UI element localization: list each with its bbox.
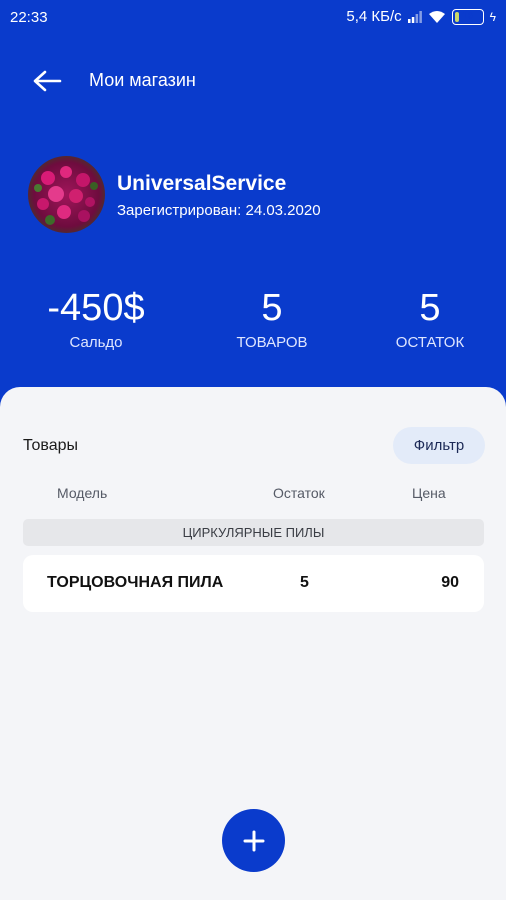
network-speed: 5,4 КБ/с <box>346 8 402 25</box>
product-price: 90 <box>441 574 459 591</box>
product-model: ТОРЦОВОЧНАЯ ПИЛА <box>47 574 224 591</box>
shop-avatar <box>28 156 105 233</box>
signal-icon <box>407 10 422 23</box>
page-title: Мои магазин <box>89 70 196 90</box>
stat-goods-label: ТОВАРОВ <box>236 334 308 351</box>
header: 22:33 5,4 КБ/с 16 ϟ Мои магазин Universa… <box>0 0 506 420</box>
battery-level: 16 <box>462 11 474 22</box>
back-arrow-icon[interactable] <box>30 64 64 98</box>
stat-balance: -450$ Сальдо <box>11 286 181 351</box>
stat-goods: 5 ТОВАРОВ <box>187 286 357 351</box>
wifi-icon <box>428 10 446 24</box>
product-stock: 5 <box>300 574 309 591</box>
stat-stock-value: 5 <box>419 287 441 329</box>
stat-balance-value: -450$ <box>47 287 145 329</box>
add-button[interactable] <box>222 809 285 872</box>
product-row[interactable]: ТОРЦОВОЧНАЯ ПИЛА 5 90 <box>23 555 484 612</box>
category-header: ЦИРКУЛЯРНЫЕ ПИЛЫ <box>23 519 484 546</box>
column-header-model: Модель <box>57 485 108 501</box>
status-time: 22:33 <box>10 9 48 26</box>
battery-icon: 16 <box>451 8 484 25</box>
filter-button[interactable]: Фильтр <box>393 427 485 464</box>
products-section-title: Товары <box>23 437 79 454</box>
top-bar: Мои магазин <box>0 58 506 102</box>
shop-name: UniversalService <box>117 172 287 195</box>
status-bar: 22:33 5,4 КБ/с 16 ϟ <box>0 0 506 36</box>
stat-goods-value: 5 <box>261 287 283 329</box>
plus-icon <box>243 830 264 851</box>
shop-registered-date: Зарегистрирован: 24.03.2020 <box>117 202 321 219</box>
column-header-price: Цена <box>412 485 446 501</box>
status-icons: 5,4 КБ/с 16 ϟ <box>346 8 496 25</box>
stat-stock-label: ОСТАТОК <box>395 334 465 351</box>
charging-icon: ϟ <box>489 9 496 24</box>
stat-balance-label: Сальдо <box>69 334 123 351</box>
column-header-stock: Остаток <box>273 485 325 501</box>
stat-stock: 5 ОСТАТОК <box>345 286 506 351</box>
